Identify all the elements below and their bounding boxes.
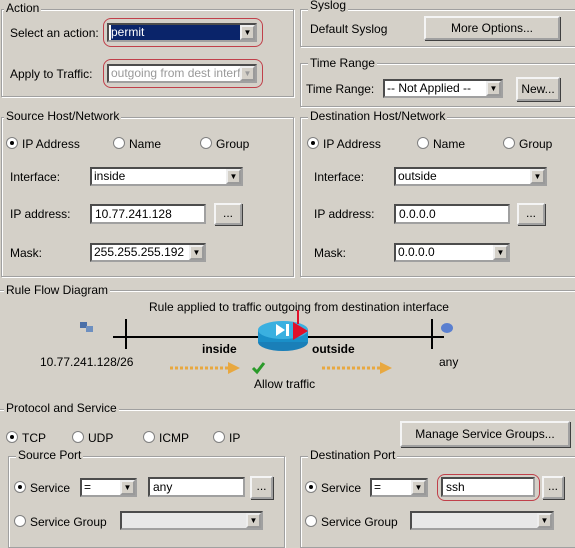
diagram-dest: any	[439, 355, 459, 369]
source-service-browse-button[interactable]: ...	[250, 476, 273, 499]
dest-globe-icon	[441, 323, 453, 333]
select-action-label: Select an action:	[10, 26, 99, 40]
syslog-legend: Syslog	[308, 0, 349, 12]
chevron-down-icon: ▼	[240, 25, 255, 40]
diagram-outside: outside	[312, 342, 355, 356]
dest-mask-label: Mask:	[314, 246, 347, 260]
source-interface-label: Interface:	[10, 170, 61, 184]
dest-ip-input[interactable]: 0.0.0.0	[394, 204, 510, 224]
source-mask-label: Mask:	[10, 246, 43, 260]
flow-arrow-icon	[170, 362, 240, 374]
rule-flow-diagram	[80, 310, 453, 375]
chevron-down-icon: ▼	[226, 169, 241, 184]
source-service-input[interactable]: any	[148, 477, 245, 497]
source-name-radio[interactable]: Name	[113, 137, 161, 151]
dest-interface-label: Interface:	[314, 170, 365, 184]
dest-mask-select[interactable]: 0.0.0.0 ▼	[394, 243, 510, 262]
time-range-select[interactable]: -- Not Applied -- ▼	[383, 79, 503, 98]
source-service-radio[interactable]: Service	[14, 481, 70, 495]
check-icon	[251, 362, 266, 375]
source-ip-radio[interactable]: IP Address	[6, 137, 80, 151]
chevron-down-icon: ▼	[411, 480, 426, 495]
action-legend: Action	[4, 1, 42, 15]
chevron-down-icon: ▼	[189, 245, 204, 260]
source-service-group-select[interactable]: ▼	[120, 511, 263, 530]
time-range-label: Time Range:	[306, 82, 375, 96]
source-group-radio[interactable]: Group	[200, 137, 249, 151]
source-operator-select[interactable]: = ▼	[80, 478, 137, 497]
chevron-down-icon: ▼	[493, 245, 508, 260]
flow-arrow-icon	[322, 362, 392, 374]
chevron-down-icon: ▼	[240, 66, 255, 81]
firewall-icon	[258, 310, 308, 351]
dest-host-legend: Destination Host/Network	[308, 109, 448, 123]
source-port-legend: Source Port	[16, 448, 84, 462]
source-ip-browse-button[interactable]: ...	[214, 203, 242, 225]
time-range-legend: Time Range	[308, 56, 377, 70]
dest-operator-select[interactable]: = ▼	[370, 478, 428, 497]
source-mask-select[interactable]: 255.255.255.192 ▼	[90, 243, 206, 262]
chevron-down-icon: ▼	[120, 480, 135, 495]
udp-radio[interactable]: UDP	[72, 431, 113, 445]
chevron-down-icon: ▼	[530, 169, 545, 184]
dest-ip-label: IP address:	[314, 207, 375, 221]
dest-service-browse-button[interactable]: ...	[542, 476, 564, 499]
source-ip-input[interactable]: 10.77.241.128	[90, 204, 206, 224]
diagram-inside: inside	[202, 342, 237, 356]
apply-traffic-select[interactable]: outgoing from dest interf ▼	[107, 64, 257, 83]
source-service-group-radio[interactable]: Service Group	[14, 515, 107, 529]
more-options-button[interactable]: More Options...	[424, 16, 560, 40]
dest-port-group	[300, 456, 575, 548]
diagram-legend: Rule Flow Diagram	[4, 283, 111, 297]
dest-service-radio[interactable]: Service	[305, 481, 361, 495]
chevron-down-icon: ▼	[246, 513, 261, 528]
dest-ip-browse-button[interactable]: ...	[517, 203, 545, 225]
ip-radio[interactable]: IP	[213, 431, 240, 445]
manage-service-groups-button[interactable]: Manage Service Groups...	[400, 421, 570, 447]
source-network-icon	[80, 322, 93, 332]
dest-name-radio[interactable]: Name	[417, 137, 465, 151]
tcp-radio[interactable]: TCP	[6, 431, 46, 445]
dest-service-input[interactable]: ssh	[441, 477, 535, 497]
dest-ip-radio[interactable]: IP Address	[307, 137, 381, 151]
protocol-legend: Protocol and Service	[4, 401, 119, 415]
apply-traffic-label: Apply to Traffic:	[10, 67, 93, 81]
dest-service-group-select[interactable]: ▼	[410, 511, 554, 530]
source-host-legend: Source Host/Network	[4, 109, 122, 123]
source-port-group	[8, 456, 285, 548]
diagram-status: Allow traffic	[254, 377, 316, 391]
new-time-range-button[interactable]: New...	[516, 77, 560, 101]
source-ip-label: IP address:	[10, 207, 71, 221]
source-interface-select[interactable]: inside ▼	[90, 167, 243, 186]
dest-group-radio[interactable]: Group	[503, 137, 552, 151]
chevron-down-icon: ▼	[486, 81, 501, 96]
dest-port-legend: Destination Port	[308, 448, 398, 462]
icmp-radio[interactable]: ICMP	[143, 431, 189, 445]
chevron-down-icon: ▼	[537, 513, 552, 528]
syslog-value: Default Syslog	[310, 22, 388, 36]
dest-interface-select[interactable]: outside ▼	[394, 167, 547, 186]
action-select[interactable]: permit ▼	[107, 23, 257, 42]
dest-service-group-radio[interactable]: Service Group	[305, 515, 398, 529]
diagram-source: 10.77.241.128/26	[40, 355, 134, 369]
